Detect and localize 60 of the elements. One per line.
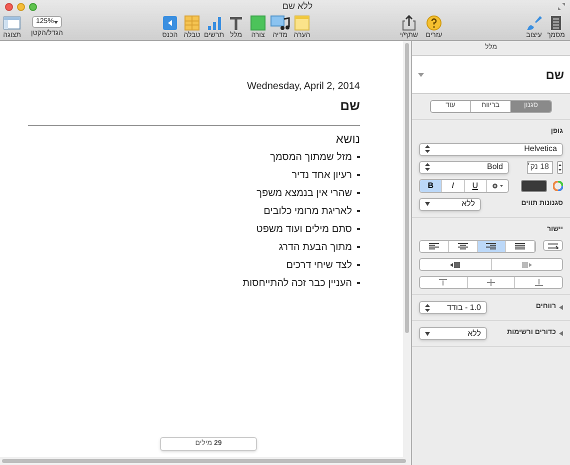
- dropdown-arrow-icon: [54, 20, 58, 24]
- stepper-icon[interactable]: [557, 160, 563, 174]
- alignment-button[interactable]: [478, 241, 506, 252]
- vertical-scrollbar[interactable]: [403, 41, 411, 457]
- fullscreen-icon[interactable]: [558, 3, 565, 10]
- align-middle-icon: [487, 279, 495, 286]
- bullet-text: שהרי אין בנמצא משפך: [256, 186, 352, 200]
- horizontal-scrollbar[interactable]: [0, 457, 411, 465]
- minimize-button[interactable]: [17, 2, 25, 10]
- help-icon: [424, 14, 444, 30]
- outdent-icon: [450, 262, 460, 268]
- typeface-dropdown[interactable]: Bold: [419, 160, 509, 174]
- dropdown-arrow-icon: [418, 72, 424, 76]
- table-icon: [182, 14, 202, 30]
- indent-icon: [522, 262, 532, 268]
- character-styles-dropdown[interactable]: ללא: [419, 198, 481, 210]
- bullet-text: מתוך הבעת הדרג: [278, 240, 352, 254]
- bullets-dropdown[interactable]: ללא: [419, 327, 487, 340]
- color-well[interactable]: [521, 180, 547, 192]
- align-justify-icon: [515, 243, 526, 250]
- text-direction-button[interactable]: [543, 240, 563, 251]
- align-center-icon: [458, 243, 468, 250]
- sidebar-view-icon: [3, 14, 21, 30]
- dropdown-arrow-icon: [425, 202, 430, 206]
- document-title: שם: [340, 97, 360, 115]
- window-title: ללא שם: [281, 0, 314, 13]
- date-text: Wednesday, April 2, 2014: [246, 80, 360, 94]
- insert-icon: [160, 14, 180, 30]
- note-icon: [292, 14, 312, 30]
- square-icon: [248, 14, 268, 30]
- bullet-text: מזל שמתוך המסמך: [270, 150, 352, 164]
- text-style-button[interactable]: B: [420, 180, 442, 192]
- gear-icon: [492, 182, 503, 188]
- stepper-arrows-icon: [425, 145, 430, 153]
- font-family-dropdown[interactable]: Helvetica: [419, 142, 563, 156]
- paragraph-style-selector[interactable]: שם: [412, 56, 570, 94]
- disclosure-triangle-icon[interactable]: [559, 305, 563, 310]
- disclosure-triangle-icon[interactable]: [559, 331, 563, 336]
- bullet-text: סתם מילים ועוד משפט: [256, 222, 352, 236]
- bullet-text: לצד שיחי דרכים: [286, 258, 352, 272]
- stepper-arrows-icon: [425, 163, 430, 171]
- media-icon: [270, 14, 290, 30]
- font-size-field[interactable]: 18 נק׳: [527, 160, 553, 174]
- heading-text: נושא: [336, 130, 360, 148]
- alignment-button[interactable]: [420, 241, 449, 252]
- close-button[interactable]: [5, 2, 13, 10]
- align-top-icon: [439, 279, 448, 286]
- align-bottom-icon: [534, 279, 543, 286]
- direction-arrow-icon: [548, 242, 558, 248]
- stepper-arrows-icon: [425, 304, 430, 312]
- bullet-text: לאריגת מרומי כלובים: [264, 204, 352, 218]
- line-spacing-dropdown[interactable]: 1.0 - בודד: [419, 301, 487, 314]
- align-right-icon: [486, 243, 496, 250]
- align-left-icon: [428, 243, 439, 250]
- dropdown-arrow-icon: [425, 332, 430, 336]
- paintbrush-icon: [524, 14, 544, 30]
- bullet-text: רעיון אחד נדיר: [292, 168, 352, 182]
- bullet-text: העניין כבר זכה להתייחסות: [242, 276, 352, 290]
- zoom-button[interactable]: [29, 2, 37, 10]
- color-wheel-icon[interactable]: [553, 180, 563, 190]
